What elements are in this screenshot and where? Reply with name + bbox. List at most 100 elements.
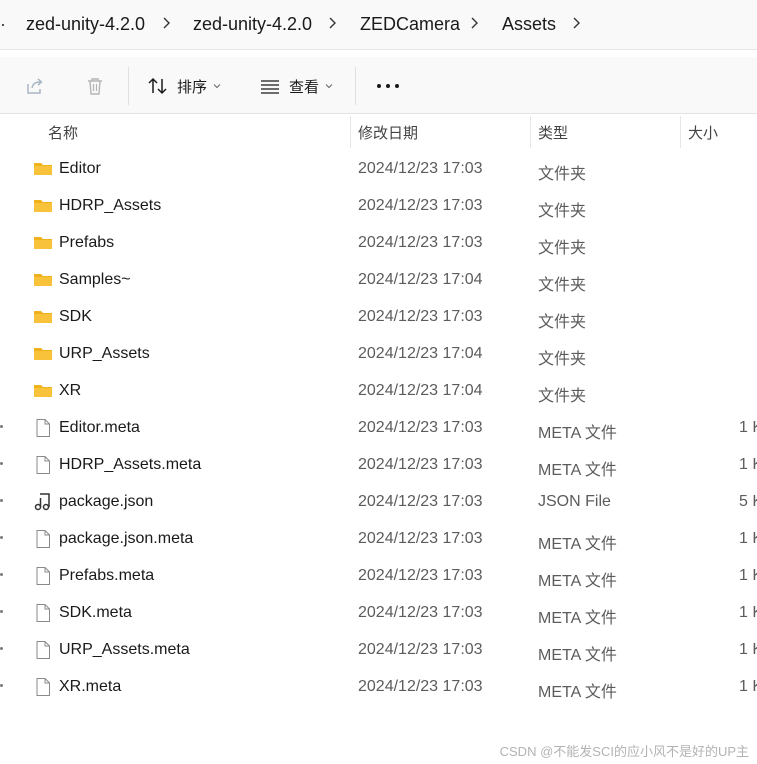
- chevron-down-icon: [213, 84, 221, 89]
- file-modified-date: 2024/12/23 17:03: [358, 493, 483, 510]
- column-modified[interactable]: 修改日期: [358, 122, 418, 143]
- file-row[interactable]: SDK.meta 2024/12/23 17:03 META 文件 1 K: [14, 594, 757, 631]
- view-button[interactable]: 查看: [259, 72, 333, 100]
- file-size: 1 K: [739, 419, 757, 436]
- file-name: SDK: [59, 308, 92, 325]
- file-modified-date: 2024/12/23 17:03: [358, 419, 483, 436]
- chevron-right-icon[interactable]: [326, 13, 340, 33]
- file-row[interactable]: URP_Assets 2024/12/23 17:04 文件夹: [14, 335, 757, 372]
- toolbar-divider: [355, 67, 356, 105]
- file-size: 1 K: [739, 456, 757, 473]
- breadcrumb: · zed-unity-4.2.0 zed-unity-4.2.0 ZEDCam…: [0, 0, 757, 50]
- file-type: 文件夹: [538, 388, 587, 405]
- file-name: Prefabs: [59, 234, 115, 251]
- command-bar: 排序 查看: [0, 57, 757, 114]
- chevron-right-icon[interactable]: [160, 13, 174, 33]
- file-row[interactable]: Samples~ 2024/12/23 17:04 文件夹: [14, 261, 757, 298]
- gutter-mark: [0, 462, 3, 465]
- share-icon: [27, 78, 43, 94]
- file-type: META 文件: [538, 647, 617, 664]
- column-type[interactable]: 类型: [538, 122, 568, 143]
- folder-icon: [33, 381, 53, 401]
- breadcrumb-item-1[interactable]: zed-unity-4.2.0: [26, 14, 145, 35]
- column-divider[interactable]: [350, 116, 351, 148]
- file-modified-date: 2024/12/23 17:04: [358, 271, 483, 288]
- file-type: 文件夹: [538, 166, 587, 183]
- gutter-mark: [0, 684, 3, 687]
- file-size: 1 K: [739, 641, 757, 658]
- file-type: 文件夹: [538, 351, 587, 368]
- column-size[interactable]: 大小: [688, 122, 718, 143]
- column-name[interactable]: 名称: [48, 122, 78, 143]
- file-name: XR: [59, 382, 82, 399]
- file-row[interactable]: HDRP_Assets.meta 2024/12/23 17:03 META 文件 1…: [14, 446, 757, 483]
- file-row[interactable]: URP_Assets.meta 2024/12/23 17:03 META 文件 1 …: [14, 631, 757, 668]
- column-divider[interactable]: [680, 116, 681, 148]
- file-modified-date: 2024/12/23 17:03: [358, 604, 483, 621]
- file-type: 文件夹: [538, 277, 587, 294]
- file-type: META 文件: [538, 425, 617, 442]
- gutter-mark: [0, 610, 3, 613]
- file-type: META 文件: [538, 684, 617, 701]
- breadcrumb-item-2[interactable]: zed-unity-4.2.0: [193, 14, 312, 35]
- file-type: 文件夹: [538, 314, 587, 331]
- file-size: 1 K: [739, 604, 757, 621]
- chevron-right-icon[interactable]: [570, 13, 584, 33]
- file-name: Samples~: [59, 271, 131, 288]
- json-file-icon: [33, 492, 53, 512]
- breadcrumb-item-3[interactable]: ZEDCamera: [360, 14, 460, 35]
- file-row[interactable]: Editor 2024/12/23 17:03 文件夹: [14, 150, 757, 187]
- file-type: 文件夹: [538, 203, 587, 220]
- file-name: package.json.meta: [59, 530, 194, 547]
- file-type: META 文件: [538, 536, 617, 553]
- share-button[interactable]: [24, 72, 46, 100]
- file-modified-date: 2024/12/23 17:03: [358, 678, 483, 695]
- file-row[interactable]: package.json 2024/12/23 17:03 JSON File 5 K: [14, 483, 757, 520]
- file-name: URP_Assets.meta: [59, 641, 190, 658]
- file-row[interactable]: XR 2024/12/23 17:04 文件夹: [14, 372, 757, 409]
- file-type: JSON File: [538, 493, 611, 510]
- view-icon: [261, 80, 279, 94]
- folder-icon: [33, 233, 53, 253]
- file-type: 文件夹: [538, 240, 587, 257]
- file-icon: [33, 566, 53, 586]
- column-header-row: 名称 修改日期 类型 大小: [0, 114, 757, 148]
- file-modified-date: 2024/12/23 17:03: [358, 308, 483, 325]
- gutter-mark: [0, 536, 3, 539]
- file-row[interactable]: Prefabs 2024/12/23 17:03 文件夹: [14, 224, 757, 261]
- file-row[interactable]: SDK 2024/12/23 17:03 文件夹: [14, 298, 757, 335]
- file-row[interactable]: package.json.meta 2024/12/23 17:03 META 文件…: [14, 520, 757, 557]
- file-type: META 文件: [538, 610, 617, 627]
- file-icon: [33, 603, 53, 623]
- chevron-right-icon[interactable]: [468, 13, 482, 33]
- sort-button[interactable]: 排序: [147, 72, 221, 100]
- more-button[interactable]: [376, 72, 400, 100]
- column-divider[interactable]: [530, 116, 531, 148]
- trash-icon: [88, 78, 102, 95]
- delete-button[interactable]: [84, 72, 106, 100]
- file-icon: [33, 640, 53, 660]
- file-row[interactable]: Editor.meta 2024/12/23 17:03 META 文件 1 K: [14, 409, 757, 446]
- file-modified-date: 2024/12/23 17:03: [358, 567, 483, 584]
- breadcrumb-item-4[interactable]: Assets: [502, 14, 556, 35]
- file-name: Editor.meta: [59, 419, 140, 436]
- file-icon: [33, 677, 53, 697]
- file-modified-date: 2024/12/23 17:03: [358, 530, 483, 547]
- file-name: Prefabs.meta: [59, 567, 155, 584]
- file-name: XR.meta: [59, 678, 122, 695]
- file-modified-date: 2024/12/23 17:03: [358, 197, 483, 214]
- file-row[interactable]: HDRP_Assets 2024/12/23 17:03 文件夹: [14, 187, 757, 224]
- file-modified-date: 2024/12/23 17:03: [358, 160, 483, 177]
- breadcrumb-overflow[interactable]: ·: [0, 14, 6, 35]
- file-modified-date: 2024/12/23 17:04: [358, 345, 483, 362]
- gutter-mark: [0, 425, 3, 428]
- file-type: META 文件: [538, 462, 617, 479]
- file-icon: [33, 455, 53, 475]
- file-row[interactable]: XR.meta 2024/12/23 17:03 META 文件 1 K: [14, 668, 757, 705]
- more-icon: [377, 84, 399, 88]
- file-size: 1 K: [739, 678, 757, 695]
- toolbar-divider: [128, 67, 129, 105]
- file-size: 1 K: [739, 567, 757, 584]
- file-name: Editor: [59, 160, 101, 177]
- file-row[interactable]: Prefabs.meta 2024/12/23 17:03 META 文件 1 K: [14, 557, 757, 594]
